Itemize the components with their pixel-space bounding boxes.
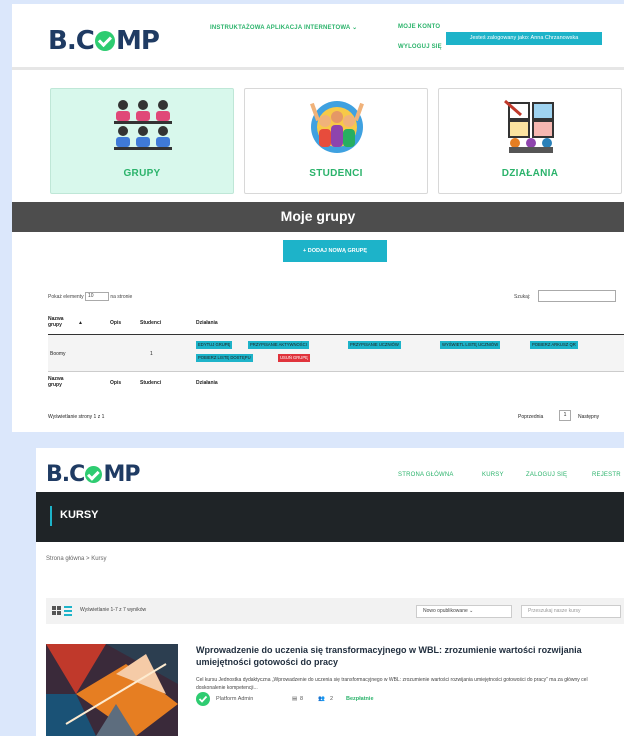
header: B.C MP INSTRUKTAŻOWA APLIKACJA INTERNETOW… xyxy=(12,4,624,70)
table-row: Boomy 1 EDYTUJ GRUPĘ PRZYPISANIE AKTYWNO… xyxy=(48,334,624,372)
search-label: Szukaj: xyxy=(514,294,531,300)
course-title[interactable]: Wprowadzenie do uczenia się transformacy… xyxy=(196,644,624,668)
logo[interactable]: B.C MP xyxy=(48,26,160,56)
add-group-button[interactable]: + DODAJ NOWĄ GRUPĘ xyxy=(283,240,387,262)
show-label-suffix: na stronie xyxy=(110,293,133,300)
lessons-icon: ▤ xyxy=(292,696,298,702)
nav-courses[interactable]: KURSY xyxy=(482,472,504,478)
download-qr-button[interactable]: POBIERZ ARKUSZ QR xyxy=(530,341,578,349)
accent-bar xyxy=(50,506,52,526)
col-students[interactable]: Studenci xyxy=(140,320,161,326)
col-desc: Opis xyxy=(110,380,122,386)
show-label: Pokaż elementy xyxy=(48,293,84,300)
nav-register[interactable]: REJESTR xyxy=(592,472,621,478)
groups-table: Nazwa grupy ▲ Opis Studenci Działania Bo… xyxy=(48,312,624,394)
groups-panel: B.C MP INSTRUKTAŻOWA APLIKACJA INTERNETOW… xyxy=(12,4,624,432)
students-icon xyxy=(310,101,364,153)
delete-group-button[interactable]: USUŃ GRUPĘ xyxy=(278,354,310,362)
sort-select[interactable]: Nowo opublikowane ⌄ xyxy=(416,605,512,618)
course-search-input[interactable]: Przeszukaj nasze kursy xyxy=(521,605,621,618)
col-name[interactable]: Nazwa grupy xyxy=(48,316,72,328)
page-number[interactable]: 1 xyxy=(559,410,571,421)
assign-students-button[interactable]: PRZYPISANIE UCZNIÓW xyxy=(348,341,401,349)
prev-page-link[interactable]: Poprzednia xyxy=(518,414,543,420)
breadcrumb[interactable]: Strona główna > Kursy xyxy=(46,556,107,562)
page-size-select[interactable]: 10 xyxy=(84,292,109,301)
next-page-link[interactable]: Następny xyxy=(578,414,599,420)
edit-group-button[interactable]: EDYTUJ GRUPĘ xyxy=(196,341,233,349)
table-header: Nazwa grupy ▲ Opis Studenci Działania xyxy=(48,312,624,334)
page-title: Moje grupy xyxy=(280,208,356,224)
course-thumbnail[interactable] xyxy=(46,644,178,736)
course-description: Cel kursu Jednostka dydaktyczna „Wprowad… xyxy=(196,677,588,691)
activities-icon xyxy=(504,99,554,153)
course-price: Bezpłatnie xyxy=(346,696,374,702)
category-activities[interactable]: DZIAŁANIA xyxy=(438,88,622,194)
col-desc[interactable]: Opis xyxy=(110,320,121,326)
nav-logout[interactable]: WYLOGUJ SIĘ xyxy=(398,44,442,50)
group-students: 1 xyxy=(150,351,153,357)
page-size-control: Pokaż elementy 10 na stronie xyxy=(48,292,132,301)
nav-apps[interactable]: INSTRUKTAŻOWA APLIKACJA INTERNETOWA ⌄ xyxy=(210,24,357,31)
check-icon xyxy=(85,465,103,483)
students-icon: 👥 xyxy=(318,696,325,702)
verified-icon xyxy=(196,692,210,706)
nav-home[interactable]: STRONA GŁÓWNA xyxy=(398,472,454,478)
sort-icon[interactable]: ▲ xyxy=(78,320,83,326)
table-info: Wyświetlanie strony 1 z 1 xyxy=(48,414,105,420)
category-label: STUDENCI xyxy=(309,168,363,179)
course-toolbar: Wyświetlanie 1-7 z 7 wyników Nowo opubli… xyxy=(46,598,624,624)
lessons-count: 8 xyxy=(300,696,304,702)
people-group-icon xyxy=(114,100,172,150)
group-name: Boomy xyxy=(50,351,66,357)
check-icon xyxy=(94,30,116,51)
col-actions[interactable]: Działania xyxy=(196,320,218,326)
category-label: DZIAŁANIA xyxy=(501,168,559,179)
table-footer: Nazwa grupy Opis Studenci Działania xyxy=(48,372,624,394)
category-students[interactable]: STUDENCI xyxy=(244,88,428,194)
category-label: GRUPY xyxy=(123,168,161,179)
col-actions: Działania xyxy=(196,380,218,386)
user-badge: Jesteś zalogowany jako: Anna Chrzanowska xyxy=(446,32,602,45)
nav-login[interactable]: ZALOGUJ SIĘ xyxy=(526,472,567,478)
logo[interactable]: B.C MP xyxy=(46,462,140,487)
course-author[interactable]: Platform Admin xyxy=(216,696,253,702)
courses-panel: B.C MP STRONA GŁÓWNA KURSY ZALOGUJ SIĘ RE… xyxy=(36,448,624,736)
category-row: GRUPY STUDENCI DZIAŁANIA xyxy=(12,74,624,202)
results-count: Wyświetlanie 1-7 z 7 wyników xyxy=(80,607,147,613)
category-groups[interactable]: GRUPY xyxy=(50,88,234,194)
assign-activity-button[interactable]: PRZYPISANIE AKTYWNOŚCI xyxy=(248,341,309,349)
download-access-list-button[interactable]: POBIERZ LISTĘ DOSTĘPU xyxy=(196,354,253,362)
nav-account[interactable]: MOJE KONTO xyxy=(398,24,440,30)
col-name: Nazwa grupy xyxy=(48,376,64,388)
students-count: 2 xyxy=(330,696,334,702)
section-header: KURSY xyxy=(36,492,624,542)
col-students: Studenci xyxy=(140,380,162,386)
view-toggle-icon[interactable] xyxy=(52,606,72,616)
section-title: KURSY xyxy=(60,509,99,521)
section-banner: Moje grupy xyxy=(12,202,624,232)
search-input[interactable] xyxy=(538,290,616,302)
view-students-button[interactable]: WYŚWIETL LISTĘ UCZNIÓW xyxy=(440,341,501,349)
